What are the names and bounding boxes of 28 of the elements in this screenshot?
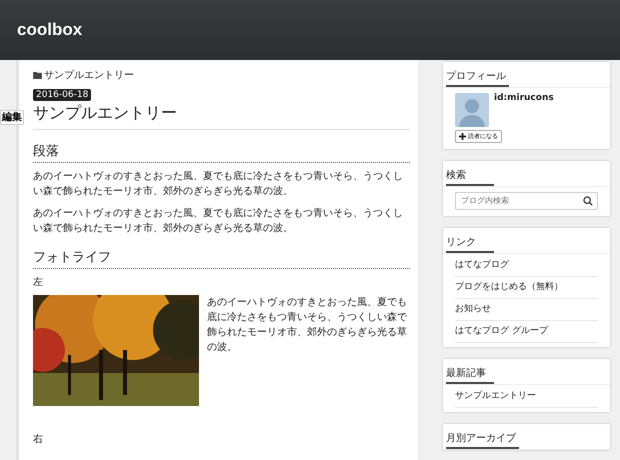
search-field[interactable]: ブログ内検索	[455, 192, 598, 210]
sidebar-link[interactable]: サンプルエントリー	[455, 391, 536, 401]
plus-icon	[459, 133, 466, 140]
module-title: 検索	[446, 168, 494, 186]
entry-title[interactable]: サンプルエントリー	[33, 103, 410, 130]
category-link[interactable]: サンプルエントリー	[44, 68, 134, 82]
section-heading: フォトライフ	[33, 248, 410, 269]
user-id[interactable]: id:mirucons	[494, 93, 554, 103]
module-title: 最新記事	[446, 366, 494, 384]
sidebar-link[interactable]: はてなブログ グループ	[455, 326, 548, 336]
sidebar-link[interactable]: お知らせ	[455, 304, 491, 314]
figure-label: 左	[33, 276, 44, 289]
blog-title[interactable]: coolbox	[17, 20, 82, 40]
figure-label: 右	[33, 433, 44, 446]
date-badge: 2016-06-18	[33, 89, 92, 101]
search-icon[interactable]	[583, 196, 593, 206]
avatar-icon	[455, 93, 489, 127]
module-title: プロフィール	[446, 69, 509, 87]
module-title: リンク	[446, 235, 494, 253]
sidebar-link[interactable]: はてなブログ	[455, 260, 509, 270]
section-heading: 段落	[33, 142, 410, 163]
edit-button[interactable]: 編集	[0, 110, 24, 125]
sidebar-link[interactable]: ブログをはじめる（無料）	[455, 282, 563, 292]
paragraph: あのイーハトヴォのすきとおった風、夏でも底に冷たさをもつ青いそら、うつくしい森で飾られたモーリオ市、郊外のぎらぎら光る草の波。	[33, 206, 404, 236]
paragraph: あのイーハトヴォのすきとおった風、夏でも底に冷たさをもつ青いそら、うつくしい森で飾られたモーリオ市、郊外のぎらぎら光る草の波。	[33, 170, 404, 199]
folder-icon	[33, 72, 42, 78]
paragraph: あのイーハトヴォのすきとおった風、夏でも底に冷たさをもつ青いそら、うつくしい森で飾られたモーリオ市、郊外のぎらぎら光る草の波。	[207, 296, 408, 355]
module-title: 月別アーカイブ	[446, 431, 519, 449]
